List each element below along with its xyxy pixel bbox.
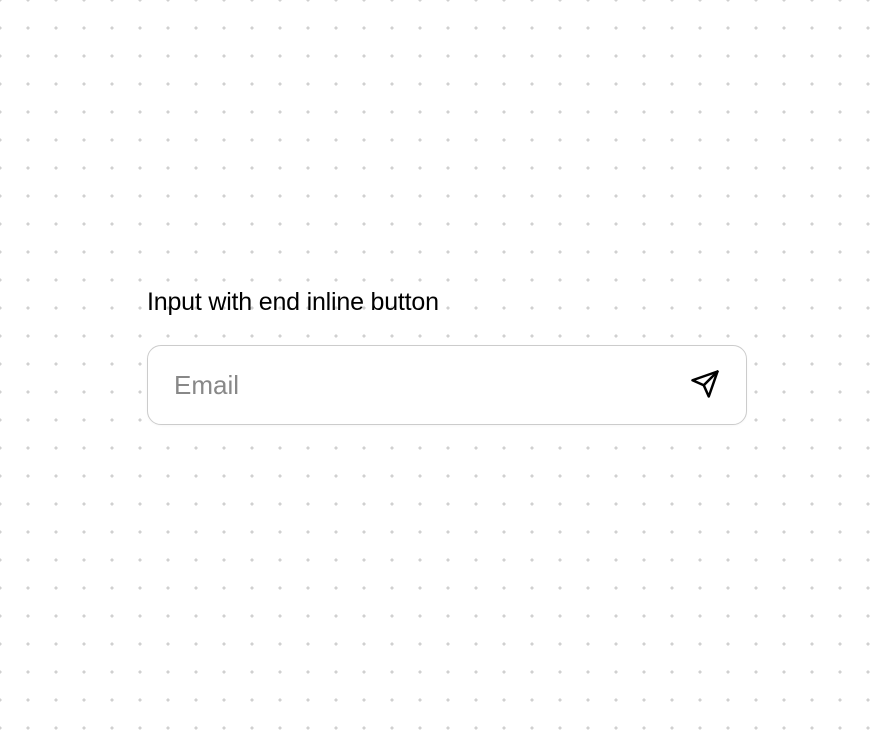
input-wrapper — [147, 345, 747, 425]
send-button[interactable] — [682, 361, 728, 410]
email-input[interactable] — [174, 346, 682, 424]
send-icon — [690, 369, 720, 402]
component-label: Input with end inline button — [147, 288, 747, 317]
input-component-container: Input with end inline button — [147, 288, 747, 425]
